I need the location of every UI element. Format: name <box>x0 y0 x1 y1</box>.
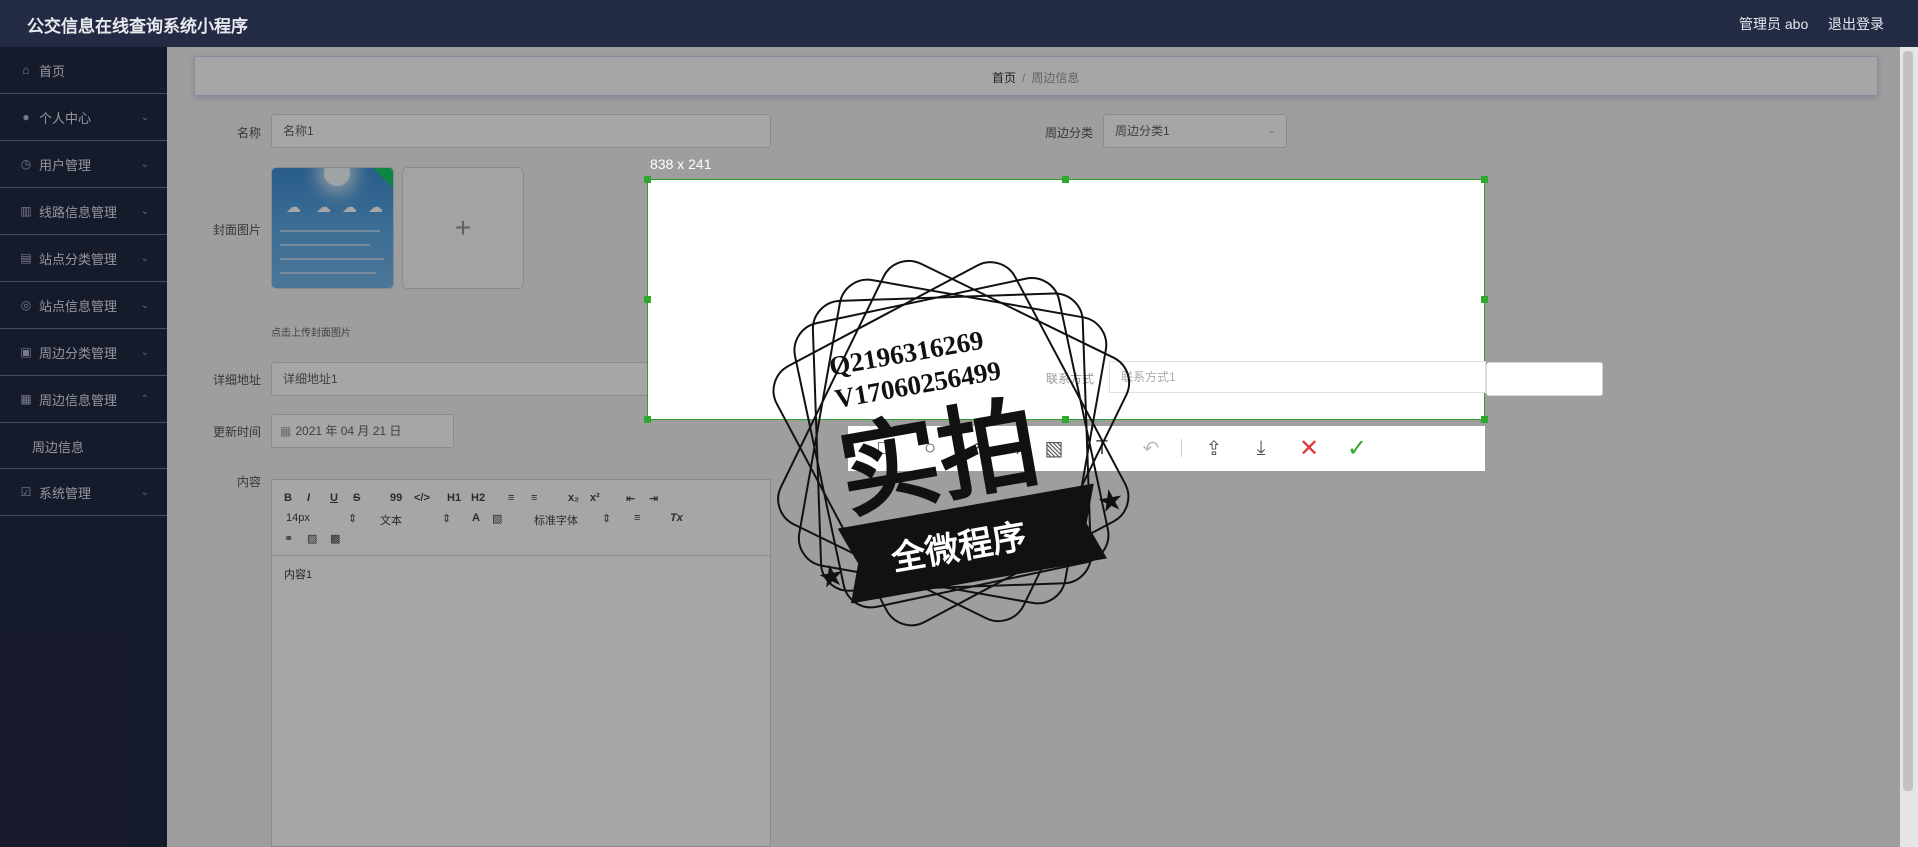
logout-link[interactable]: 退出登录 <box>1828 14 1884 34</box>
capture-toolbar: □ ○ ↗ ∕ ▧ T ↶ ⇪ ⤓ ✕ ✓ <box>848 426 1485 471</box>
resize-handle-nw[interactable] <box>644 176 651 183</box>
resize-handle-sw[interactable] <box>644 416 651 423</box>
resize-handle-e[interactable] <box>1481 296 1488 303</box>
arrow-tool-icon[interactable]: ↗ <box>964 436 988 460</box>
download-icon[interactable]: ⤓ <box>1249 436 1273 460</box>
rectangle-tool-icon[interactable]: □ <box>872 436 896 460</box>
resize-handle-w[interactable] <box>644 296 651 303</box>
app-title: 公交信息在线查询系统小程序 <box>27 17 248 36</box>
mosaic-tool-icon[interactable]: ▧ <box>1042 436 1066 460</box>
current-user: 管理员 abo <box>1739 16 1809 32</box>
toolbar-divider <box>1181 439 1182 457</box>
share-icon[interactable]: ⇪ <box>1202 436 1226 460</box>
confirm-icon[interactable]: ✓ <box>1345 435 1369 462</box>
contact-input[interactable]: 联系方式1 <box>1109 361 1486 393</box>
top-header: 公交信息在线查询系统小程序 管理员 abo 退出登录 <box>0 0 1918 47</box>
resize-handle-ne[interactable] <box>1481 176 1488 183</box>
text-tool-icon[interactable]: T <box>1090 436 1114 460</box>
resize-handle-n[interactable] <box>1062 176 1069 183</box>
contact-input-tail <box>1486 362 1603 396</box>
ellipse-tool-icon[interactable]: ○ <box>918 436 942 460</box>
undo-icon[interactable]: ↶ <box>1139 436 1163 460</box>
resize-handle-s[interactable] <box>1062 416 1069 423</box>
contact-label: 联系方式 <box>1046 372 1095 386</box>
main-scrollbar[interactable] <box>1900 47 1918 847</box>
cancel-icon[interactable]: ✕ <box>1297 435 1321 462</box>
pen-tool-icon[interactable]: ∕ <box>1010 436 1034 460</box>
resize-handle-se[interactable] <box>1481 416 1488 423</box>
capture-size-label: 838 x 241 <box>650 156 712 172</box>
capture-selection[interactable]: 联系方式 联系方式1 <box>647 179 1486 420</box>
scroll-thumb[interactable] <box>1903 51 1913 791</box>
